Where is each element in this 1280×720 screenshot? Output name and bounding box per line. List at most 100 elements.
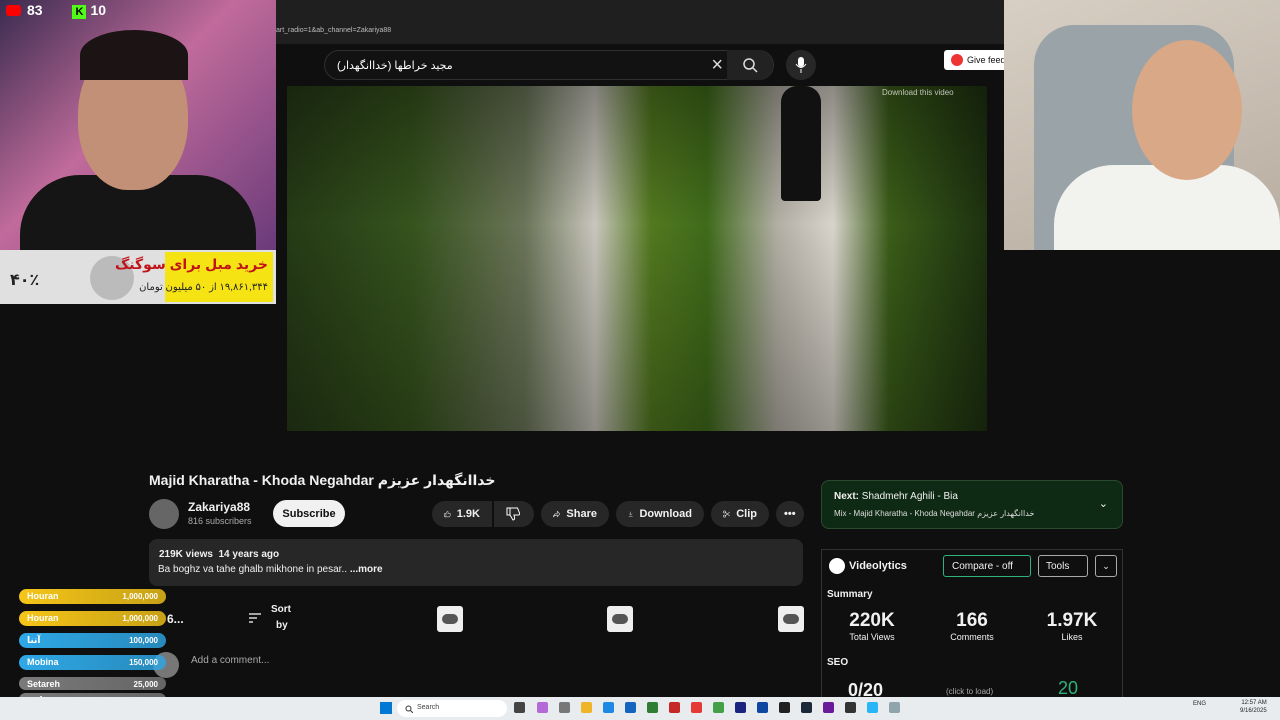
video-player[interactable]: Download this video [287, 86, 987, 431]
search-box[interactable]: مجید خراطها (خداانگهدار) × [324, 50, 774, 80]
stat-label: Comments [950, 632, 994, 642]
chevron-down-icon[interactable]: ⌄ [1099, 497, 1108, 510]
download-video-overlay[interactable]: Download this video [882, 88, 954, 97]
store-icon[interactable] [625, 702, 636, 713]
next-prefix: Next: [834, 491, 860, 502]
app-icon[interactable] [845, 702, 856, 713]
seo-heading: SEO [827, 657, 849, 668]
video-frame [287, 86, 987, 431]
app-icon[interactable] [867, 702, 878, 713]
xbox-icon[interactable] [647, 702, 658, 713]
add-comment-input[interactable]: Add a comment... [191, 655, 269, 666]
description-snippet: Ba boghz va tahe ghalb mikhone in pesar.… [158, 564, 348, 575]
show-more-link[interactable]: ...more [350, 564, 383, 575]
donation-amount: 100,000 [129, 636, 158, 645]
video-figure [781, 86, 821, 201]
streamer-webcam [0, 0, 276, 250]
channel-avatar[interactable] [149, 499, 179, 529]
stat-value: 1.97K [1046, 610, 1098, 631]
cloud-icon[interactable] [437, 606, 463, 632]
task-view-icon[interactable] [514, 702, 525, 713]
dislike-button[interactable] [494, 501, 534, 527]
cloud-icon[interactable] [778, 606, 804, 632]
clip-label: Clip [736, 508, 757, 520]
search-input[interactable]: مجید خراطها (خداانگهدار) [337, 59, 453, 72]
webcam-face [1132, 40, 1242, 180]
photoshop-icon[interactable] [757, 702, 768, 713]
subscribe-button[interactable]: Subscribe [273, 500, 345, 527]
url-text: art_radio=1&ab_channel=Zakariya88 [276, 27, 392, 34]
donation-bar: Mobina 150,000 [19, 655, 166, 670]
donation-bar: Houran 1,000,000 [19, 611, 166, 626]
donation-amount: 1,000,000 [122, 614, 158, 623]
comment-count: 6... [167, 612, 184, 626]
obs-icon[interactable] [779, 702, 790, 713]
videolytics-logo-icon [829, 558, 845, 574]
browser-url-bar[interactable]: art_radio=1&ab_channel=Zakariya88 [276, 0, 1004, 44]
goal-title: خرید مبل برای سوگنگ [114, 256, 268, 272]
app-icon[interactable] [889, 702, 900, 713]
system-tray-language[interactable]: ENG [1193, 701, 1206, 707]
taskbar-clock[interactable]: 12:57 AM 9/16/2025 [1240, 699, 1267, 715]
next-title: Shadmehr Aghili - Bia [861, 491, 958, 502]
search-button[interactable] [727, 50, 773, 80]
webcam-body [1054, 165, 1280, 250]
premiere-icon[interactable] [735, 702, 746, 713]
kick-icon: K [72, 5, 87, 19]
description-box[interactable]: 219K views 14 years ago Ba boghz va tahe… [149, 539, 803, 586]
video-meta: 219K views 14 years ago [159, 549, 279, 560]
next-video-card[interactable]: Next: Shadmehr Aghili - Bia Mix - Majid … [821, 480, 1123, 529]
windows-taskbar: Search ENG 12:57 AM 9/16/2025 [0, 697, 1280, 720]
chrome-icon[interactable] [691, 702, 702, 713]
app-icon[interactable] [823, 702, 834, 713]
upload-age: 14 years ago [218, 549, 280, 560]
guest-webcam [1004, 0, 1280, 250]
like-button[interactable]: 1.9K [432, 501, 492, 527]
copilot-icon[interactable] [537, 702, 548, 713]
stat-label: Total Views [849, 632, 895, 642]
download-button[interactable]: Download [616, 501, 704, 527]
download-icon [628, 511, 633, 517]
settings-icon[interactable] [559, 702, 570, 713]
videolytics-name: Videolytics [849, 560, 907, 572]
stat-likes: 1.97K Likes [1032, 610, 1112, 642]
thumbs-down-icon [506, 507, 520, 521]
next-subtitle: Mix - Majid Kharatha - Khoda Negahdar خد… [834, 509, 1035, 518]
taskbar-search[interactable]: Search [397, 700, 507, 717]
mic-icon [795, 57, 807, 73]
more-actions-button[interactable]: ••• [776, 501, 804, 527]
windows-start-icon[interactable] [380, 702, 392, 714]
clip-button[interactable]: Clip [711, 501, 769, 527]
donation-bar: Houran 1,000,000 [19, 589, 166, 604]
steam-icon[interactable] [801, 702, 812, 713]
donation-bar: Setareh 25,000 [19, 677, 166, 690]
sort-label-2: by [276, 620, 288, 631]
like-count: 1.9K [456, 508, 480, 520]
cloud-icon[interactable] [607, 606, 633, 632]
clear-search-icon[interactable]: × [711, 54, 723, 77]
share-icon [553, 510, 561, 518]
subscriber-count: 816 subscribers [188, 516, 252, 526]
youtube-header: مجید خراطها (خداانگهدار) × Give feedb [276, 44, 1014, 86]
donation-goal-banner: ۴۰٪ خرید مبل برای سوگنگ ۱۹,۸۶۱,۳۴۴ از ۵۰… [0, 250, 276, 304]
description-text: Ba boghz va tahe ghalb mikhone in pesar.… [158, 564, 383, 575]
compare-toggle[interactable]: Compare - off [943, 555, 1031, 577]
click-to-load-hint[interactable]: (click to load) [946, 687, 993, 696]
stat-total-views: 220K Total Views [832, 610, 912, 642]
voice-search-button[interactable] [786, 50, 816, 80]
collapse-chevron-icon[interactable]: ⌄ [1095, 555, 1117, 577]
app-icon[interactable] [669, 702, 680, 713]
edge-icon[interactable] [603, 702, 614, 713]
download-label: Download [639, 508, 692, 520]
app-icon[interactable] [713, 702, 724, 713]
next-title-line: Next: Shadmehr Aghili - Bia [834, 491, 958, 502]
donor-name: آتنا [27, 635, 41, 645]
feedback-logo-icon [951, 54, 963, 66]
viewer-counters: 83 K 10 [6, 2, 106, 19]
stat-label: Likes [1061, 632, 1083, 642]
file-explorer-icon[interactable] [581, 702, 592, 713]
share-button[interactable]: Share [541, 501, 609, 527]
channel-name[interactable]: Zakariya88 [188, 500, 250, 514]
search-icon [743, 58, 758, 73]
tools-dropdown[interactable]: Tools [1038, 555, 1088, 577]
